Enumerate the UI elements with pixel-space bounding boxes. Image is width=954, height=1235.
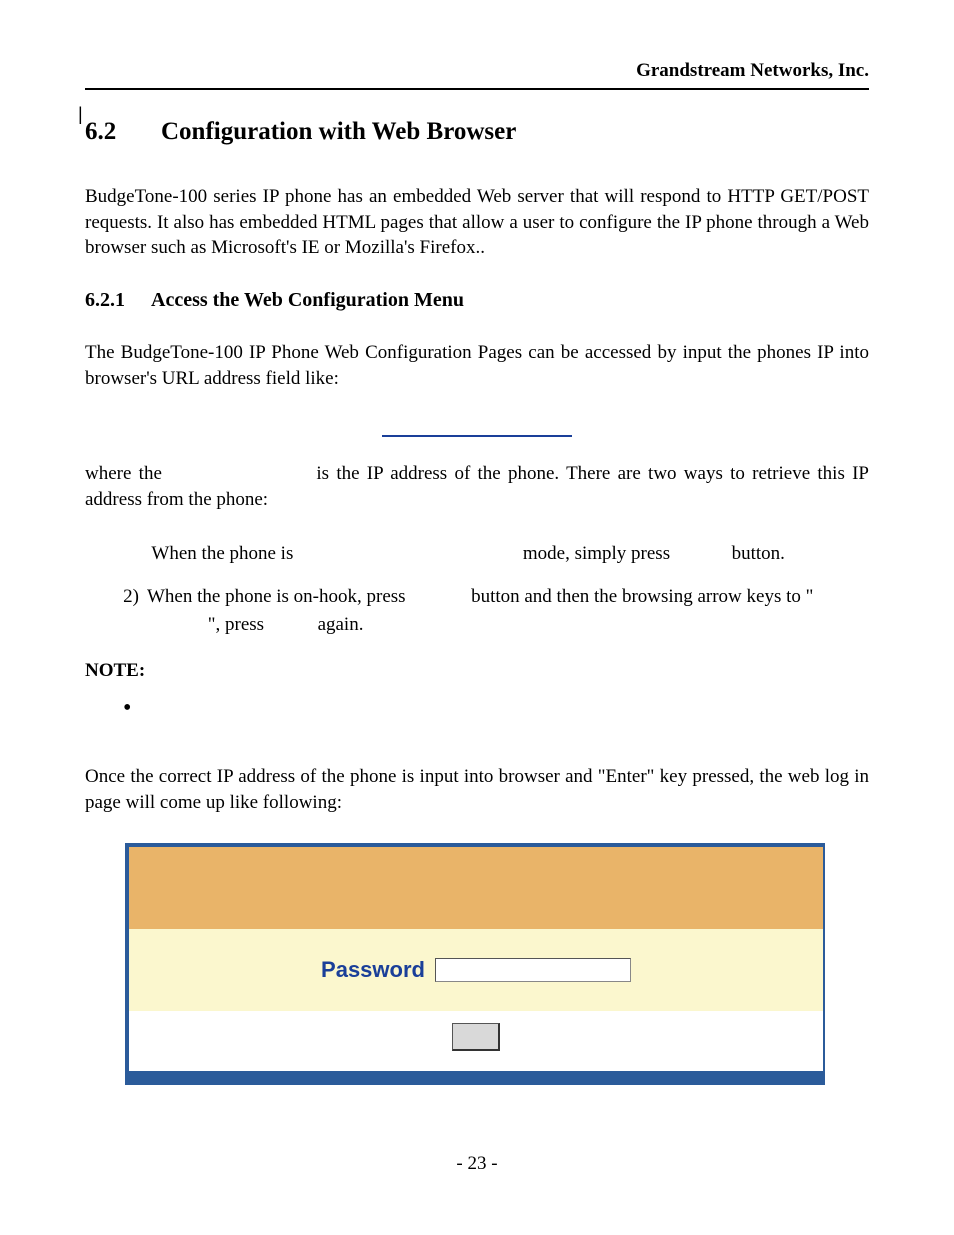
header-rule <box>85 88 869 90</box>
list-item-2: 2) When the phone is on-hook, press butto… <box>85 583 869 640</box>
subsection-p3: Once the correct IP address of the phone… <box>85 764 869 815</box>
li2-mark: 2) <box>109 583 139 612</box>
li2-d: again. <box>318 614 364 635</box>
li2-a: When the phone is on-hook, press <box>147 586 406 607</box>
p2-pre: where the <box>85 463 162 484</box>
section-heading: 6.2Configuration with Web Browser <box>85 118 869 146</box>
login-button-row <box>129 1011 823 1071</box>
subsection-p2: where the is the IP address of the phone… <box>85 461 869 512</box>
subsection-number: 6.2.1 <box>85 289 151 312</box>
url-underline <box>382 419 572 437</box>
p2-post: is the IP address of the phone. There ar… <box>85 463 869 510</box>
numbered-list: 1) When the phone is mode, simply press … <box>85 540 869 640</box>
li1-b: mode, simply press <box>523 543 670 564</box>
section-title: Configuration with Web Browser <box>161 118 516 145</box>
subsection-title: Access the Web Configuration Menu <box>151 289 464 311</box>
li2-c: ", press <box>208 614 264 635</box>
header-company: Grandstream Networks, Inc. <box>85 60 869 82</box>
li2-b: button and then the browsing arrow keys … <box>471 586 813 607</box>
li1-c: button. <box>732 543 785 564</box>
login-panel: Password <box>125 843 825 1085</box>
list-item-1: 1) When the phone is mode, simply press … <box>85 540 869 569</box>
li1-a: When the phone is <box>151 543 293 564</box>
note-bullet: • <box>123 696 869 720</box>
text-cursor: | <box>78 104 83 125</box>
note-label: NOTE: <box>85 660 869 682</box>
password-input[interactable] <box>435 958 631 982</box>
login-button[interactable] <box>452 1023 500 1051</box>
login-header-bar <box>129 847 823 929</box>
login-footer-bar <box>129 1071 823 1085</box>
subsection-p1: The BudgeTone-100 IP Phone Web Configura… <box>85 340 869 391</box>
subsection-heading: 6.2.1Access the Web Configuration Menu <box>85 289 869 312</box>
section-intro: BudgeTone-100 series IP phone has an emb… <box>85 184 869 261</box>
login-form-row: Password <box>129 929 823 1011</box>
section-number: 6.2 <box>85 118 161 146</box>
page-number: - 23 - <box>0 1153 954 1175</box>
password-label: Password <box>321 957 425 982</box>
